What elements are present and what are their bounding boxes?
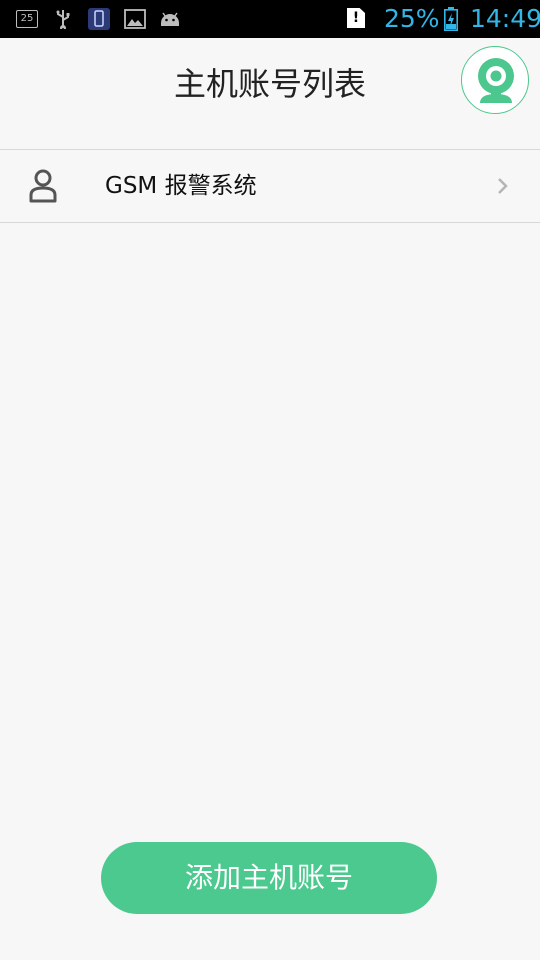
account-list: GSM 报警系统 <box>0 150 540 223</box>
app-screen: 25 ! 25% 14:49 主机账号列表 GSM 报警系统 添加主机账号 <box>0 0 540 960</box>
page-title: 主机账号列表 <box>173 65 366 103</box>
user-icon <box>29 169 57 203</box>
battery-charging-icon <box>444 7 458 31</box>
clock: 14:49 <box>470 4 540 33</box>
usb-icon <box>56 10 70 29</box>
chevron-right-icon <box>498 178 508 194</box>
calendar-icon: 25 <box>16 10 38 28</box>
account-label: GSM 报警系统 <box>105 173 257 199</box>
phone-icon <box>88 8 110 30</box>
image-icon <box>124 9 146 29</box>
android-icon <box>161 12 179 26</box>
status-bar: 25 ! 25% 14:49 <box>0 0 540 38</box>
add-account-button[interactable]: 添加主机账号 <box>101 842 437 914</box>
sim-alert-icon: ! <box>347 8 365 28</box>
battery-percent: 25% <box>384 4 440 33</box>
webcam-avatar-button[interactable] <box>461 46 529 114</box>
webcam-icon <box>478 58 514 103</box>
header: 主机账号列表 <box>0 38 540 150</box>
account-list-item[interactable]: GSM 报警系统 <box>0 150 540 223</box>
